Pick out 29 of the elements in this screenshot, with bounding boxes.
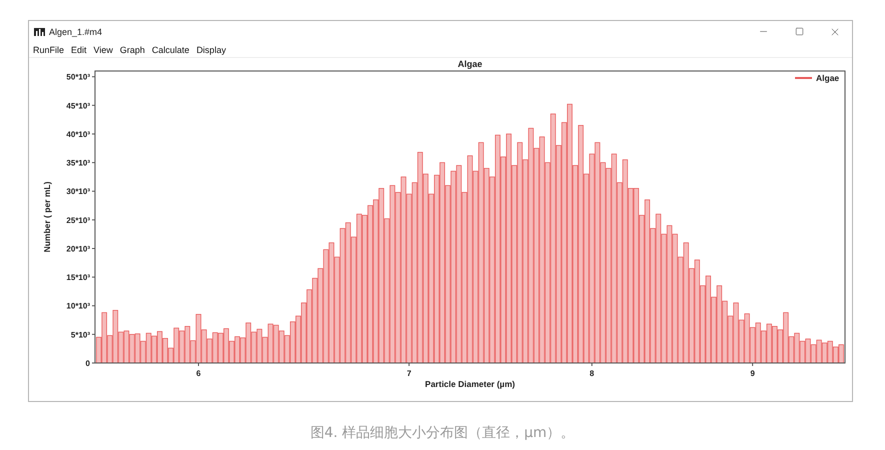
- tick-label: 8: [590, 368, 594, 378]
- chart-title: Algae: [458, 58, 482, 69]
- legend-label: Algae: [816, 72, 840, 83]
- tick-label: 45*10³: [66, 101, 90, 110]
- tick-label: 6: [196, 368, 201, 378]
- menu-item[interactable]: View: [94, 44, 113, 55]
- tick-label: 30*10³: [66, 187, 90, 196]
- axis-label: Number ( per mL): [42, 181, 52, 252]
- tick-label: 9: [750, 368, 755, 378]
- app-icon: [34, 28, 45, 36]
- tick-label: 50*10³: [66, 72, 90, 82]
- window-title: Algen_1.#m4: [49, 26, 104, 37]
- menu-item[interactable]: Display: [196, 44, 226, 55]
- maximize-icon[interactable]: [794, 27, 804, 36]
- menu-item[interactable]: Edit: [71, 44, 87, 55]
- menu-item[interactable]: Calculate: [152, 44, 190, 55]
- tick-label: 40*10³: [66, 130, 90, 139]
- tick-label: 0: [86, 358, 90, 368]
- tick-label: 25*10³: [66, 216, 90, 225]
- figure-caption: 图4. 样品细胞大小分布图（直径，μm）。: [309, 424, 576, 442]
- tick-label: 5*10³: [70, 330, 90, 340]
- tick-label: 7: [406, 368, 412, 378]
- tick-label: 10*10³: [66, 302, 90, 311]
- menu-item[interactable]: Graph: [120, 44, 145, 55]
- tick-label: 20*10³: [66, 244, 90, 254]
- tick-label: 35*10³: [66, 158, 90, 168]
- tick-label: 15*10³: [66, 273, 90, 282]
- axis-label: Particle Diameter (µm): [425, 378, 515, 389]
- menu-item[interactable]: RunFile: [33, 44, 64, 55]
